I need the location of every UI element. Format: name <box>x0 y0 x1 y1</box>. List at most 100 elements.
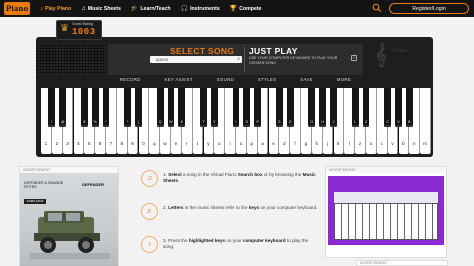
step-highlight: Select <box>168 172 182 177</box>
black-key[interactable]: W <box>167 88 175 127</box>
black-key[interactable]: J <box>330 88 337 127</box>
key-label: L <box>354 120 357 124</box>
register-login-button[interactable]: Register/Login <box>389 3 469 14</box>
black-key[interactable]: S <box>275 88 283 127</box>
toolbar-save[interactable]: SAVE <box>300 77 313 82</box>
step-phrase: on your <box>225 238 243 243</box>
step-glyph: ♬ <box>146 208 153 215</box>
black-key[interactable]: I <box>232 88 240 127</box>
key-label: W <box>169 120 173 124</box>
key-label: D <box>288 120 292 124</box>
black-key[interactable]: V <box>395 88 402 127</box>
key-label: e <box>174 141 178 146</box>
toolbar-record[interactable]: RECORD <box>120 77 141 82</box>
key-label: Y <box>213 120 216 124</box>
step-phrase: or by browsing the <box>262 172 303 177</box>
brand-text: Piano <box>393 48 408 54</box>
key-label: a <box>261 141 264 146</box>
key-label: S <box>278 120 281 124</box>
step-phrase: on your computer keyboard. <box>259 205 318 210</box>
just-play-title[interactable]: JUST PLAY <box>249 46 298 56</box>
key-label: % <box>93 120 97 124</box>
black-key[interactable]: L <box>351 88 359 127</box>
black-key[interactable]: ! <box>48 88 56 127</box>
piano-toolbar: RECORD KEY ASSIST SOUND STYLES SAVE MORE <box>108 76 363 83</box>
just-play-checkbox[interactable]: ✓ <box>351 55 357 61</box>
black-key[interactable]: $ <box>80 88 88 127</box>
black-key[interactable]: % <box>91 88 99 127</box>
nav-instruments[interactable]: 🎧 Instruments <box>181 6 220 12</box>
piano-keyboard: 1 2 3 4 5 6 7 8 9 0 q w e r t y u i o p a s d f g h j k l z x c v b n m! @ $%… <box>41 88 431 154</box>
key-label: B <box>408 120 411 124</box>
white-key[interactable]: m <box>420 88 431 154</box>
key-label: v <box>391 141 394 146</box>
black-key[interactable]: @ <box>59 88 66 127</box>
key-label: c <box>380 141 383 146</box>
black-key[interactable]: H <box>319 88 326 127</box>
key-label: 6 <box>98 141 102 146</box>
key-label: Q <box>158 120 162 124</box>
black-key[interactable]: C <box>384 88 391 127</box>
nav-learn-teach[interactable]: 🎓 Learn/Teach <box>131 6 171 12</box>
advertisement-right-2[interactable]: ADVERTISEMENT <box>356 260 448 266</box>
key-label: j <box>327 141 329 146</box>
black-key[interactable]: Z <box>362 88 370 127</box>
trophy-icon: 🏆 <box>229 5 238 12</box>
key-label: P <box>256 120 259 124</box>
black-key[interactable]: D <box>286 88 294 127</box>
black-key[interactable]: G <box>308 88 316 127</box>
black-key[interactable]: Y <box>210 88 218 127</box>
key-label: 7 <box>109 141 113 146</box>
logo-text: Piano <box>5 4 29 13</box>
piano-brand: 𝄞 Piano <box>365 42 431 75</box>
black-key[interactable]: O <box>243 88 251 127</box>
nav-play-piano[interactable]: ♪ Play Piano <box>40 6 71 12</box>
advertisement-left[interactable]: ADVERTISEMENT DEFENDER A GRANDE FEITER D… <box>19 166 119 266</box>
nav-music-sheets[interactable]: ♫ Music Sheets <box>81 6 121 12</box>
ad-piano-top <box>334 192 438 203</box>
step-phrase: Press the <box>168 238 189 243</box>
step-text: 3. Press the highlighted keys on your co… <box>163 238 319 251</box>
black-key[interactable]: E <box>178 88 186 127</box>
black-key[interactable]: P <box>254 88 261 127</box>
piano-ad-image <box>328 176 444 245</box>
black-key[interactable]: B <box>405 88 413 127</box>
nav-label: Instruments <box>190 5 220 12</box>
search-icon[interactable] <box>372 3 382 13</box>
black-key[interactable]: T <box>200 88 207 127</box>
song-search-input[interactable]: queen ⌕ <box>150 56 242 63</box>
brand-monogram: 𝄞 <box>375 42 387 66</box>
headphones-icon: 🎧 <box>180 5 189 12</box>
search-icon[interactable]: ⌕ <box>237 56 240 63</box>
rating-value: 1003 <box>72 27 96 37</box>
key-label: x <box>369 141 373 146</box>
black-key[interactable]: ( <box>135 88 142 127</box>
step-highlight: highlighted keys <box>188 238 226 243</box>
ad-piano-keys <box>334 203 438 240</box>
key-label: I <box>235 120 237 124</box>
key-label: G <box>310 120 314 124</box>
key-label: V <box>397 120 400 124</box>
toolbar-sound[interactable]: SOUND <box>217 77 234 82</box>
main-nav: ♪ Play Piano ♫ Music Sheets 🎓 Learn/Teach 🎧 Ins… <box>40 0 261 17</box>
key-label: g <box>304 141 308 146</box>
toolbar-key-assist[interactable]: KEY ASSIST <box>165 77 193 82</box>
nav-compete[interactable]: 🏆 Compete <box>230 6 262 12</box>
step-highlight: Search box <box>237 172 263 177</box>
toolbar-styles[interactable]: STYLES <box>258 77 277 82</box>
site-logo[interactable]: Piano <box>4 2 30 15</box>
piano-icon: ♪ <box>40 5 43 12</box>
key-label: r <box>185 141 188 146</box>
key-label: 1 <box>44 141 48 146</box>
advertisement-right[interactable]: ADVERTISEMENT <box>325 166 447 258</box>
keyboard-icon: ♪ <box>141 236 158 253</box>
key-label: t <box>196 141 199 146</box>
black-key[interactable]: * <box>124 88 131 127</box>
graduation-cap-icon: 🎓 <box>130 5 139 12</box>
toolbar-more[interactable]: MORE <box>337 77 351 82</box>
black-key[interactable]: ^ <box>102 88 110 127</box>
black-key[interactable]: Q <box>156 88 164 127</box>
ad-cta-button[interactable]: SAIBA MAIS <box>24 199 46 204</box>
nav-label: Learn/Teach <box>140 5 171 12</box>
key-label: p <box>250 141 254 146</box>
